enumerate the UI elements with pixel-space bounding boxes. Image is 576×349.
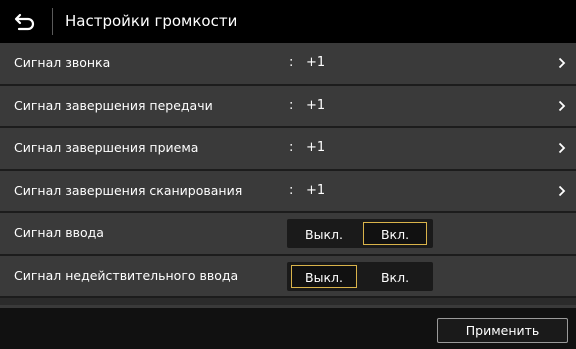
setting-row-input-tone: Сигнал ввода Выкл. Вкл. [0, 213, 576, 256]
setting-label: Сигнал завершения приема [14, 140, 199, 155]
setting-row-ring-tone[interactable]: Сигнал звонка : +1 [0, 43, 576, 86]
chevron-right-icon [558, 128, 566, 169]
setting-label: Сигнал недействительного ввода [14, 267, 239, 283]
setting-colon: : [289, 182, 294, 198]
setting-colon: : [289, 140, 294, 155]
setting-value: +1 [306, 182, 326, 198]
apply-button[interactable]: Применить [437, 318, 568, 343]
toggle-on-button[interactable]: Вкл. [363, 222, 427, 245]
setting-value: +1 [306, 97, 326, 113]
toggle-off-button[interactable]: Выкл. [291, 264, 357, 288]
toggle-on-button[interactable]: Вкл. [363, 264, 427, 288]
setting-row-invalid-input-tone: Сигнал недействительного ввода Выкл. Вкл… [0, 255, 576, 298]
setting-value: +1 [306, 140, 326, 155]
setting-colon: : [289, 55, 294, 70]
invalid-input-tone-toggle: Выкл. Вкл. [287, 261, 433, 291]
setting-row-rx-done[interactable]: Сигнал завершения приема : +1 [0, 128, 576, 171]
setting-value: +1 [306, 55, 326, 70]
setting-label: Сигнал завершения передачи [14, 97, 213, 113]
setting-label: Сигнал ввода [14, 225, 104, 240]
volume-settings-screen: Настройки громкости Сигнал звонка : +1 С… [0, 0, 576, 349]
setting-row-scan-done[interactable]: Сигнал завершения сканирования : +1 [0, 170, 576, 213]
header-bar: Настройки громкости [0, 0, 576, 43]
page-title: Настройки громкости [65, 12, 238, 30]
chevron-right-icon [558, 171, 566, 212]
setting-colon: : [289, 97, 294, 113]
setting-label: Сигнал звонка [14, 55, 111, 70]
chevron-right-icon [558, 43, 566, 84]
input-tone-toggle: Выкл. Вкл. [287, 219, 433, 248]
chevron-right-icon [558, 86, 566, 127]
return-arrow-icon [14, 13, 35, 30]
back-button[interactable] [0, 0, 50, 43]
setting-label: Сигнал завершения сканирования [14, 182, 243, 198]
toggle-off-button[interactable]: Выкл. [291, 222, 357, 245]
setting-row-tx-done[interactable]: Сигнал завершения передачи : +1 [0, 85, 576, 128]
settings-list: Сигнал звонка : +1 Сигнал завершения пер… [0, 43, 576, 298]
header-divider [52, 8, 53, 35]
